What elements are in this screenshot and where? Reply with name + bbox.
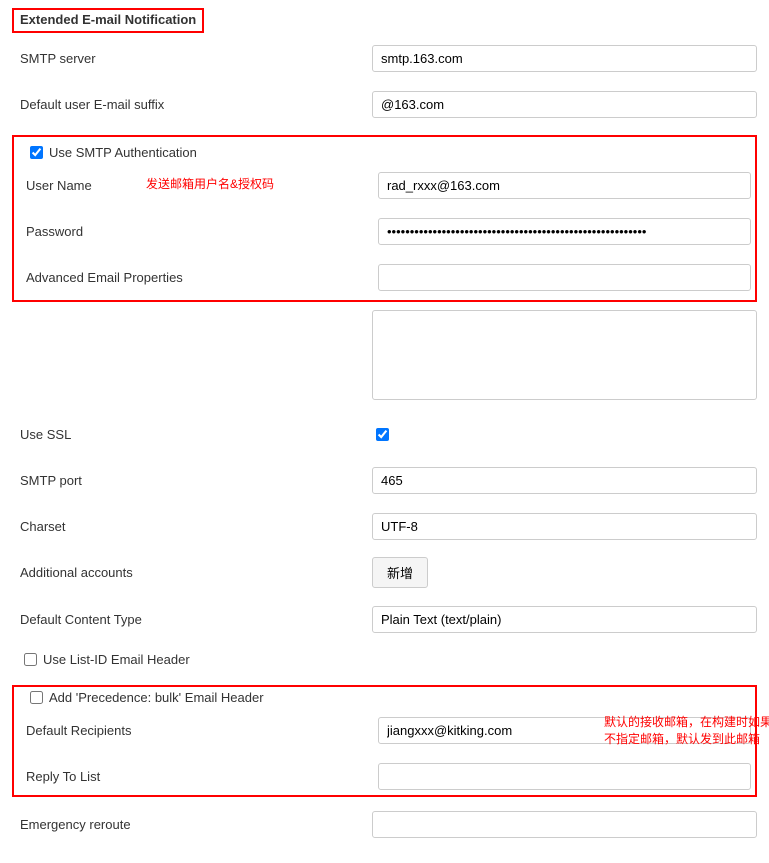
additional-accounts-label: Additional accounts (12, 565, 372, 580)
default-content-type-input[interactable] (372, 606, 757, 633)
add-precedence-label: Add 'Precedence: bulk' Email Header (49, 690, 264, 705)
password-input[interactable] (378, 218, 751, 245)
annotation-recipients-note: 默认的接收邮箱，在构建时如果 不指定邮箱，默认发到此邮箱 (604, 714, 769, 748)
smtp-server-label: SMTP server (12, 51, 372, 66)
advanced-props-textarea[interactable] (372, 310, 757, 400)
charset-input[interactable] (372, 513, 757, 540)
use-ssl-label: Use SSL (12, 427, 372, 442)
use-smtp-auth-checkbox[interactable] (30, 146, 43, 159)
use-smtp-auth-label: Use SMTP Authentication (49, 145, 197, 160)
add-account-button[interactable]: 新增 (372, 557, 428, 588)
use-list-id-label: Use List-ID Email Header (43, 652, 190, 667)
annotation-auth-note: 发送邮箱用户名&授权码 (146, 175, 274, 192)
smtp-server-input[interactable] (372, 45, 757, 72)
emergency-reroute-label: Emergency reroute (12, 817, 372, 832)
password-label: Password (18, 224, 378, 239)
advanced-props-label: Advanced Email Properties (18, 270, 378, 285)
smtp-port-input[interactable] (372, 467, 757, 494)
advanced-props-input[interactable] (378, 264, 751, 291)
emergency-reroute-input[interactable] (372, 811, 757, 838)
default-content-type-label: Default Content Type (12, 612, 372, 627)
default-suffix-input[interactable] (372, 91, 757, 118)
reply-to-list-label: Reply To List (18, 769, 378, 784)
smtp-port-label: SMTP port (12, 473, 372, 488)
use-ssl-checkbox[interactable] (376, 428, 389, 441)
section-title: Extended E-mail Notification (16, 10, 200, 29)
reply-to-list-input[interactable] (378, 763, 751, 790)
charset-label: Charset (12, 519, 372, 534)
user-name-input[interactable] (378, 172, 751, 199)
default-suffix-label: Default user E-mail suffix (12, 97, 372, 112)
use-list-id-checkbox[interactable] (24, 653, 37, 666)
default-recipients-label: Default Recipients (18, 723, 378, 738)
add-precedence-checkbox[interactable] (30, 691, 43, 704)
